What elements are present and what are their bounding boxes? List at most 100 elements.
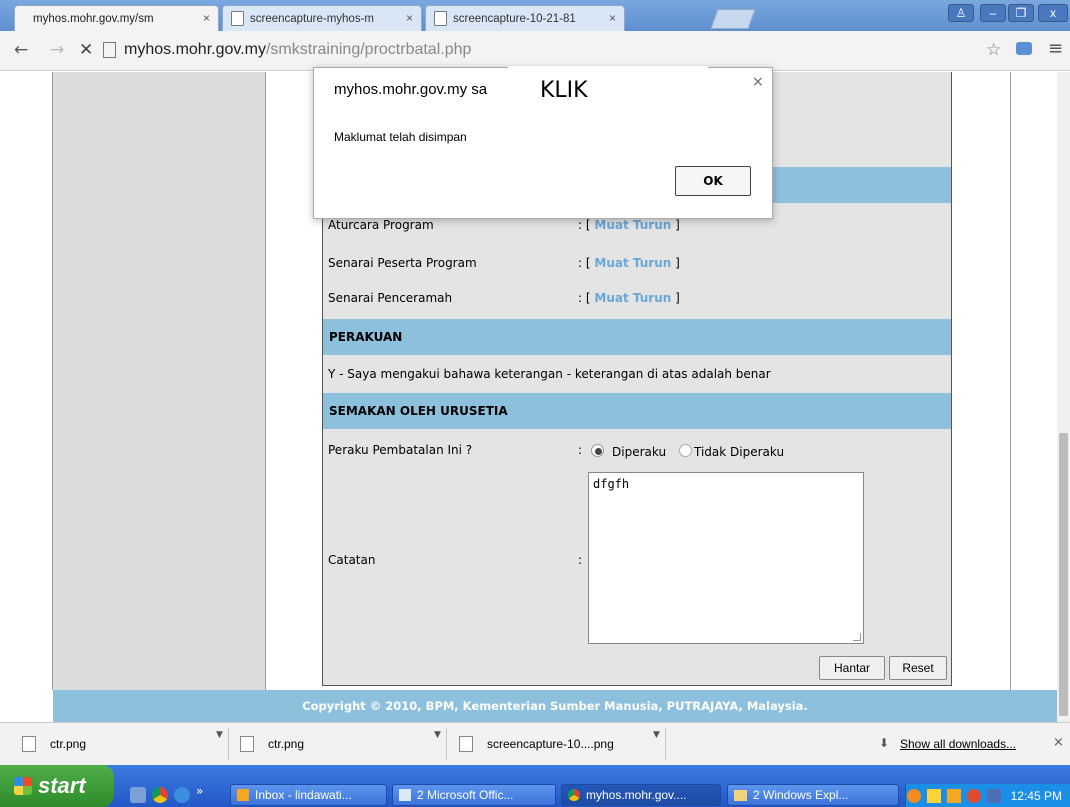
radio-tidak-diperaku[interactable] [679, 444, 692, 457]
download-link[interactable]: Muat Turun [594, 256, 671, 270]
download-link[interactable]: Muat Turun [594, 291, 671, 305]
row-value-peserta: : [ Muat Turun ] [578, 256, 680, 270]
row-label-peserta: Senarai Peserta Program [328, 256, 477, 270]
page-icon [103, 42, 116, 58]
page-icon [434, 11, 447, 26]
download-icon: ⬇ [879, 736, 890, 750]
start-label: start [38, 773, 86, 798]
section-header-semakan: SEMAKAN OLEH URUSETIA [323, 393, 951, 429]
tray-app-icon[interactable] [906, 788, 921, 803]
catatan-separator: : [578, 553, 583, 567]
download-link[interactable]: Muat Turun [594, 218, 671, 232]
image-file-icon [22, 736, 36, 752]
reset-button[interactable]: Reset [889, 656, 947, 680]
show-all-downloads-link[interactable]: Show all downloads... [900, 737, 1016, 751]
tab-screencapture-1[interactable]: screencapture-myhos-m × [222, 5, 422, 31]
ie-icon[interactable] [174, 787, 190, 803]
separator: ] [675, 256, 680, 270]
radio-diperaku[interactable] [591, 444, 604, 457]
catatan-textarea[interactable]: dfgfh [588, 472, 864, 644]
windows-logo-icon [14, 777, 32, 795]
row-value-penceramah: : [ Muat Turun ] [578, 291, 680, 305]
dialog-close-icon[interactable]: × [752, 74, 764, 90]
divider [665, 728, 666, 760]
separator: : [ [578, 256, 591, 270]
row-value-aturcara: : [ Muat Turun ] [578, 218, 680, 232]
tray-network-icon[interactable] [986, 788, 1001, 803]
section-header-perakuan: PERAKUAN [323, 319, 951, 355]
hantar-button[interactable]: Hantar [819, 656, 885, 680]
close-window-button[interactable]: x [1038, 4, 1068, 22]
word-icon [399, 789, 411, 801]
stop-icon[interactable]: ✕ [79, 40, 93, 60]
chevron-down-icon[interactable]: ▼ [434, 730, 441, 740]
row-label-aturcara: Aturcara Program [328, 218, 434, 232]
separator: ] [675, 218, 680, 232]
taskbar-label: 2 Microsoft Offic... [417, 788, 514, 802]
peraku-separator: : [578, 443, 583, 457]
tray-security-icon[interactable] [966, 788, 981, 803]
menu-icon[interactable]: ≡ [1048, 38, 1063, 59]
peraku-label: Peraku Pembatalan Ini ? [328, 443, 473, 457]
bookmark-star-icon[interactable]: ☆ [986, 40, 1001, 60]
download-item[interactable]: ctr.png [240, 729, 304, 759]
taskbar-explorer[interactable]: 2 Windows Expl... [727, 784, 899, 806]
chrome-icon[interactable] [152, 787, 168, 803]
close-shelf-icon[interactable]: × [1053, 735, 1064, 750]
catatan-label: Catatan [328, 553, 376, 567]
tab-screencapture-2[interactable]: screencapture-10-21-81 × [425, 5, 625, 31]
dialog-ok-button[interactable]: OK [675, 166, 751, 196]
new-tab-button[interactable] [710, 9, 756, 29]
tab-label: screencapture-10-21-81 [453, 12, 576, 25]
tab-label: screencapture-myhos-m [250, 12, 374, 25]
system-tray: 12:45 PM [905, 784, 1070, 807]
tray-office-icon[interactable] [946, 788, 961, 803]
user-icon[interactable]: ♙ [948, 4, 974, 22]
minimize-button[interactable]: – [980, 4, 1006, 22]
outlook-icon [237, 789, 249, 801]
perakuan-text: Y - Saya mengakui bahawa keterangan - ke… [328, 367, 771, 381]
radio-diperaku-label: Diperaku [612, 445, 667, 459]
download-item[interactable]: ctr.png [22, 729, 86, 759]
page-icon [231, 11, 244, 26]
tab-close-icon[interactable]: × [406, 11, 413, 25]
start-button[interactable]: start [0, 765, 114, 807]
tab-close-icon[interactable]: × [609, 11, 616, 25]
dialog-title: myhos.mohr.gov.my sa [334, 81, 488, 98]
camera-icon[interactable] [1016, 42, 1032, 55]
forward-arrow-icon[interactable]: → [50, 40, 64, 60]
tab-label: myhos.mohr.gov.my/sm [33, 12, 154, 25]
maximize-button[interactable]: ❐ [1008, 4, 1034, 22]
url-path: /smkstraining/proctrbatal.php [265, 41, 472, 58]
tray-vpn-icon[interactable] [926, 788, 941, 803]
tab-myhos[interactable]: myhos.mohr.gov.my/sm × [14, 5, 219, 31]
download-filename: ctr.png [268, 737, 305, 751]
clock[interactable]: 12:45 PM [1011, 789, 1062, 803]
download-item[interactable]: screencapture-10....png [459, 729, 614, 759]
back-arrow-icon[interactable]: ← [14, 40, 28, 60]
download-filename: screencapture-10....png [487, 737, 614, 751]
taskbar-outlook[interactable]: Inbox - lindawati... [230, 784, 387, 806]
image-file-icon [240, 736, 254, 752]
scrollbar-thumb[interactable] [1059, 433, 1068, 716]
dialog-message: Maklumat telah disimpan [334, 130, 467, 144]
row-label-penceramah: Senarai Penceramah [328, 291, 453, 305]
separator: : [ [578, 291, 591, 305]
chevron-down-icon[interactable]: ▼ [216, 730, 223, 740]
separator: : [ [578, 218, 591, 232]
desktop-icon[interactable] [130, 787, 146, 803]
page-footer: Copyright © 2010, BPM, Kementerian Sumbe… [53, 690, 1057, 722]
resize-handle[interactable] [853, 633, 861, 641]
folder-icon [734, 789, 747, 801]
tab-close-icon[interactable]: × [203, 11, 210, 25]
address-bar[interactable]: myhos.mohr.gov.my/smkstraining/proctrbat… [103, 36, 1003, 64]
catatan-value: dfgfh [593, 477, 630, 491]
chrome-icon [568, 789, 580, 801]
taskbar-label: myhos.mohr.gov.... [586, 788, 687, 802]
taskbar-label: Inbox - lindawati... [255, 788, 352, 802]
chevron-down-icon[interactable]: ▼ [653, 730, 660, 740]
chevron-more-icon[interactable]: » [196, 784, 203, 798]
download-filename: ctr.png [50, 737, 87, 751]
taskbar-chrome[interactable]: myhos.mohr.gov.... [561, 784, 721, 806]
taskbar-word[interactable]: 2 Microsoft Offic... [392, 784, 556, 806]
